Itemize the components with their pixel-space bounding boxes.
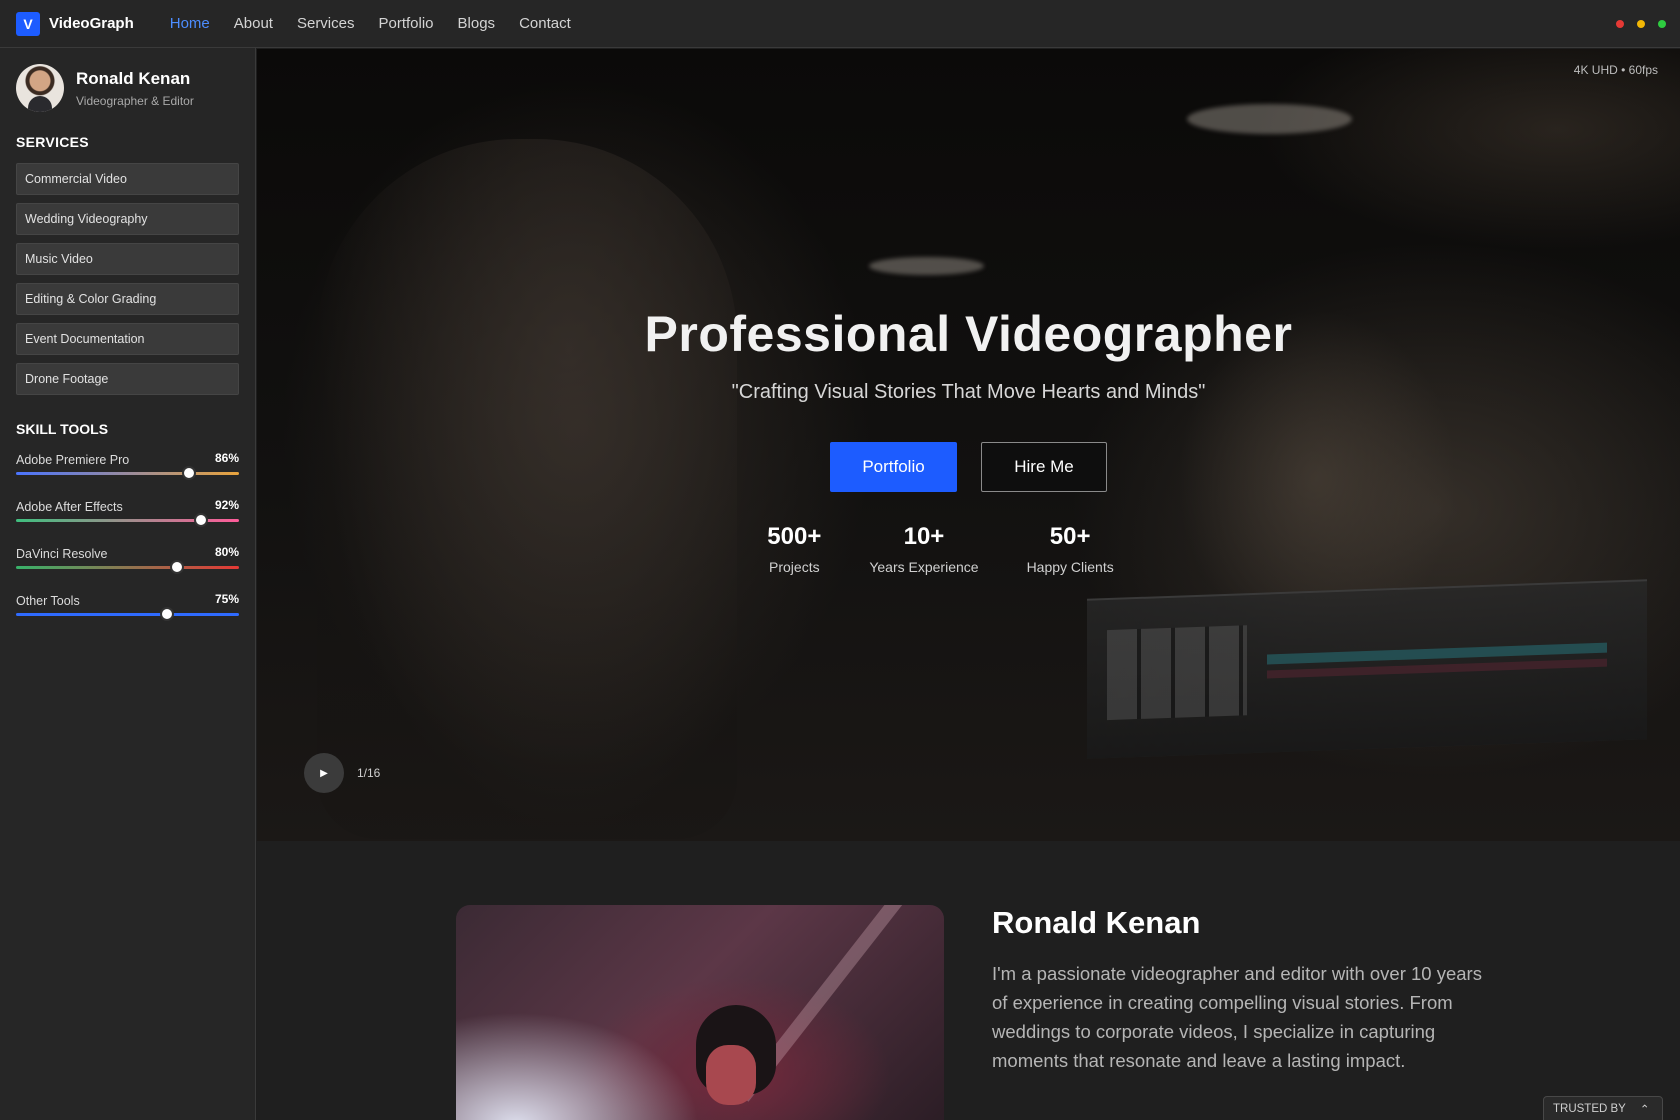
service-item-drone-footage[interactable]: Drone Footage (16, 363, 239, 395)
profile-role: Videographer & Editor (76, 93, 194, 108)
stat-experience: 10+ Years Experience (869, 523, 978, 575)
skill-slider-thumb[interactable] (182, 466, 196, 480)
service-item-commercial-video[interactable]: Commercial Video (16, 163, 239, 195)
nav-home[interactable]: Home (170, 15, 210, 32)
service-item-event-documentation[interactable]: Event Documentation (16, 323, 239, 355)
services-list: Commercial Video Wedding Videography Mus… (16, 163, 239, 395)
sidebar: Ronald Kenan Videographer & Editor SERVI… (0, 48, 256, 1120)
about-name: Ronald Kenan (992, 905, 1201, 940)
stat-label: Happy Clients (1026, 559, 1114, 575)
hero-background-monitor (1087, 579, 1647, 759)
avatar (16, 64, 64, 112)
close-dot-icon[interactable] (1616, 20, 1624, 28)
about-photo (456, 905, 944, 1120)
skill-slider-thumb[interactable] (170, 560, 184, 574)
portfolio-button[interactable]: Portfolio (830, 442, 957, 492)
skill-after-effects: Adobe After Effects 92% (16, 498, 239, 531)
nav-portfolio[interactable]: Portfolio (379, 15, 434, 32)
slide-counter: 1/16 (357, 766, 381, 780)
minimize-dot-icon[interactable] (1637, 20, 1645, 28)
skill-percent: 92% (214, 498, 239, 512)
stat-value: 50+ (1049, 523, 1091, 550)
trusted-by-label: TRUSTED BY (1553, 1103, 1626, 1115)
ceiling-lamp (869, 257, 984, 275)
service-item-wedding-videography[interactable]: Wedding Videography (16, 203, 239, 235)
skill-slider-track[interactable] (16, 613, 239, 616)
about-bio: I'm a passionate videographer and editor… (992, 963, 1482, 1071)
trusted-by-toggle[interactable]: TRUSTED BY ⌃ (1543, 1096, 1663, 1120)
skill-slider-thumb[interactable] (160, 607, 174, 621)
maximize-dot-icon[interactable] (1658, 20, 1666, 28)
ceiling-lamp (1187, 104, 1352, 134)
chevron-up-icon: ⌃ (1639, 1104, 1650, 1116)
hero-stats: 500+ Projects 10+ Years Experience 50+ H… (257, 523, 1652, 575)
about-section: Ronald Kenan I'm a passionate videograph… (257, 841, 1680, 1120)
service-item-music-video[interactable]: Music Video (16, 243, 239, 275)
nav-blogs[interactable]: Blogs (458, 15, 496, 32)
window-controls (1616, 20, 1666, 28)
top-navbar: V VideoGraph Home About Services Portfol… (0, 0, 1680, 48)
skill-name: Adobe After Effects (16, 500, 123, 514)
hero-title: Professional Videographer (644, 306, 1293, 362)
profile-card: Ronald Kenan Videographer & Editor (16, 64, 239, 112)
stat-projects: 500+ Projects (767, 523, 821, 575)
hero-subtitle: "Crafting Visual Stories That Move Heart… (731, 381, 1206, 403)
skill-slider-thumb[interactable] (194, 513, 208, 527)
main-nav: Home About Services Portfolio Blogs Cont… (170, 15, 595, 32)
stat-label: Projects (769, 559, 820, 575)
brand-name[interactable]: VideoGraph (49, 15, 134, 32)
skill-percent: 86% (214, 451, 239, 465)
skill-other-tools: Other Tools 75% (16, 592, 239, 625)
play-icon[interactable]: ▶ (304, 753, 344, 793)
nav-about[interactable]: About (234, 15, 273, 32)
skill-name: DaVinci Resolve (16, 547, 108, 561)
skill-davinci: DaVinci Resolve 80% (16, 545, 239, 578)
skills-list: Adobe Premiere Pro 86% Adobe After Effec… (16, 451, 239, 625)
hire-me-button[interactable]: Hire Me (981, 442, 1107, 492)
skills-heading: SKILL TOOLS (16, 421, 109, 437)
stat-clients: 50+ Happy Clients (1027, 523, 1114, 575)
skill-name: Other Tools (16, 594, 80, 608)
service-item-editing-color-grading[interactable]: Editing & Color Grading (16, 283, 239, 315)
hero-buttons: Portfolio Hire Me (830, 442, 1107, 492)
stat-label: Years Experience (869, 559, 979, 575)
skill-percent: 80% (214, 545, 239, 559)
stat-value: 500+ (767, 523, 822, 550)
skill-percent: 75% (214, 592, 239, 606)
app-root: V VideoGraph Home About Services Portfol… (0, 0, 1680, 1120)
skill-premiere: Adobe Premiere Pro 86% (16, 451, 239, 484)
hero-section: 4K UHD • 60fps Professional Videographer… (257, 49, 1680, 841)
resolution-badge: 4K UHD • 60fps (1573, 63, 1658, 77)
services-heading: SERVICES (16, 134, 89, 150)
nav-contact[interactable]: Contact (519, 15, 571, 32)
skill-slider-track[interactable] (16, 566, 239, 569)
nav-services[interactable]: Services (297, 15, 355, 32)
skill-name: Adobe Premiere Pro (16, 453, 130, 467)
stat-value: 10+ (903, 523, 945, 550)
hero-background-figure (317, 139, 737, 839)
profile-name: Ronald Kenan (76, 68, 191, 88)
skill-slider-track[interactable] (16, 472, 239, 475)
logo-icon[interactable]: V (16, 11, 40, 36)
